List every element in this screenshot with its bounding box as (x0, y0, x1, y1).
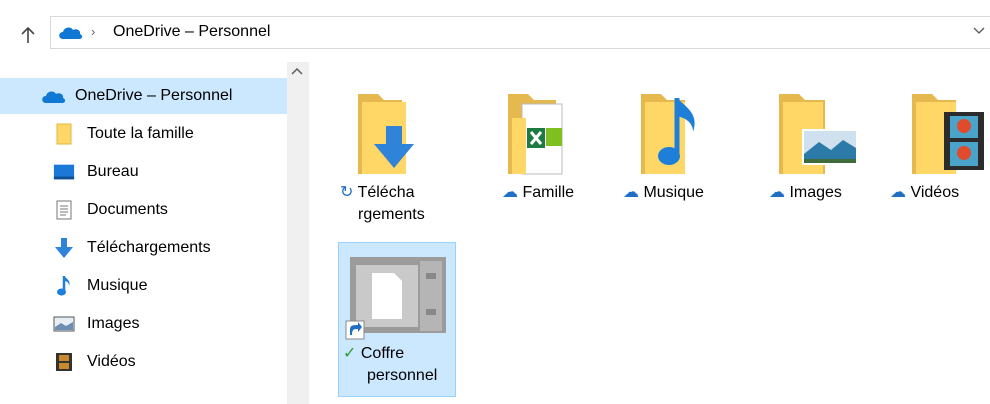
nav-item-label: Vidéos (87, 353, 136, 370)
film-icon (53, 351, 75, 373)
cloud-status-icon: ☁ (769, 184, 785, 201)
nav-item-label: OneDrive – Personnel (75, 87, 233, 104)
nav-item-toute-la-famille[interactable]: Toute la famille (0, 116, 287, 152)
nav-item-label: Images (87, 315, 140, 332)
cloud-status-icon: ☁ (890, 184, 906, 201)
nav-item-bureau[interactable]: Bureau (0, 154, 287, 190)
tile-label: Télécha (357, 184, 415, 201)
sync-icon: ↻ (340, 184, 354, 201)
nav-item-videos[interactable]: Vidéos (0, 344, 287, 380)
tile-famille[interactable]: ☁ Famille (480, 82, 598, 204)
nav-item-documents[interactable]: Documents (0, 192, 287, 228)
nav-item-label: Musique (87, 277, 148, 294)
nav-item-telechargements[interactable]: Téléchargements (0, 230, 287, 266)
nav-item-musique[interactable]: Musique (0, 268, 287, 304)
desktop-icon (53, 161, 75, 183)
tile-label: Famille (522, 184, 575, 201)
address-bar-region: › OneDrive – Personnel (0, 0, 990, 62)
tile-telechargements[interactable]: ↻ Télécha rgements (330, 82, 448, 226)
download-arrow-icon (53, 237, 75, 259)
document-icon (53, 199, 75, 221)
videos-folder-icon (880, 82, 990, 182)
tile-label: Coffre (360, 345, 405, 362)
tile-label-line2: personnel (367, 367, 438, 384)
music-folder-icon (613, 82, 731, 182)
tile-label-line2: rgements (358, 206, 425, 223)
personal-vault-icon (339, 243, 455, 343)
tile-videos[interactable]: ☁ Vidéos (880, 82, 990, 204)
downloads-folder-icon (330, 82, 448, 182)
nav-item-images[interactable]: Images (0, 306, 287, 342)
pictures-folder-icon (755, 82, 873, 182)
folder-icon (53, 123, 75, 145)
onedrive-cloud-icon (40, 85, 66, 107)
arrow-up-icon (21, 26, 35, 43)
tile-musique[interactable]: ☁ Musique (613, 82, 731, 204)
content-pane: ↻ Télécha rgements ☁ Famille ☁ Musique ☁… (310, 62, 990, 404)
tile-label: Vidéos (910, 184, 960, 201)
chevron-down-icon[interactable] (973, 27, 985, 35)
available-check-icon: ✓ (343, 345, 357, 362)
tile-coffre-personnel[interactable]: ✓ Coffre personnel (338, 242, 456, 397)
address-box[interactable]: › OneDrive – Personnel (50, 16, 990, 49)
nav-item-label: Bureau (87, 163, 139, 180)
breadcrumb-location[interactable]: OneDrive – Personnel (113, 23, 270, 41)
cloud-status-icon: ☁ (623, 184, 639, 201)
nav-item-label: Toute la famille (87, 125, 194, 142)
scroll-up-icon[interactable] (291, 67, 303, 75)
tile-label: Musique (643, 184, 704, 201)
nav-item-onedrive[interactable]: OneDrive – Personnel (0, 78, 287, 114)
up-button[interactable] (17, 22, 39, 48)
nav-item-label: Téléchargements (87, 239, 211, 256)
navigation-scrollbar[interactable] (287, 62, 309, 404)
music-note-icon (53, 275, 75, 297)
tile-images[interactable]: ☁ Images (755, 82, 873, 204)
image-icon (53, 313, 75, 335)
tile-label: Images (789, 184, 842, 201)
nav-item-label: Documents (87, 201, 168, 218)
navigation-pane: OneDrive – Personnel Toute la famille Bu… (0, 62, 310, 404)
cloud-status-icon: ☁ (502, 184, 518, 201)
famille-folder-icon (480, 82, 598, 182)
onedrive-cloud-icon (57, 25, 83, 40)
breadcrumb-separator[interactable]: › (91, 24, 95, 39)
